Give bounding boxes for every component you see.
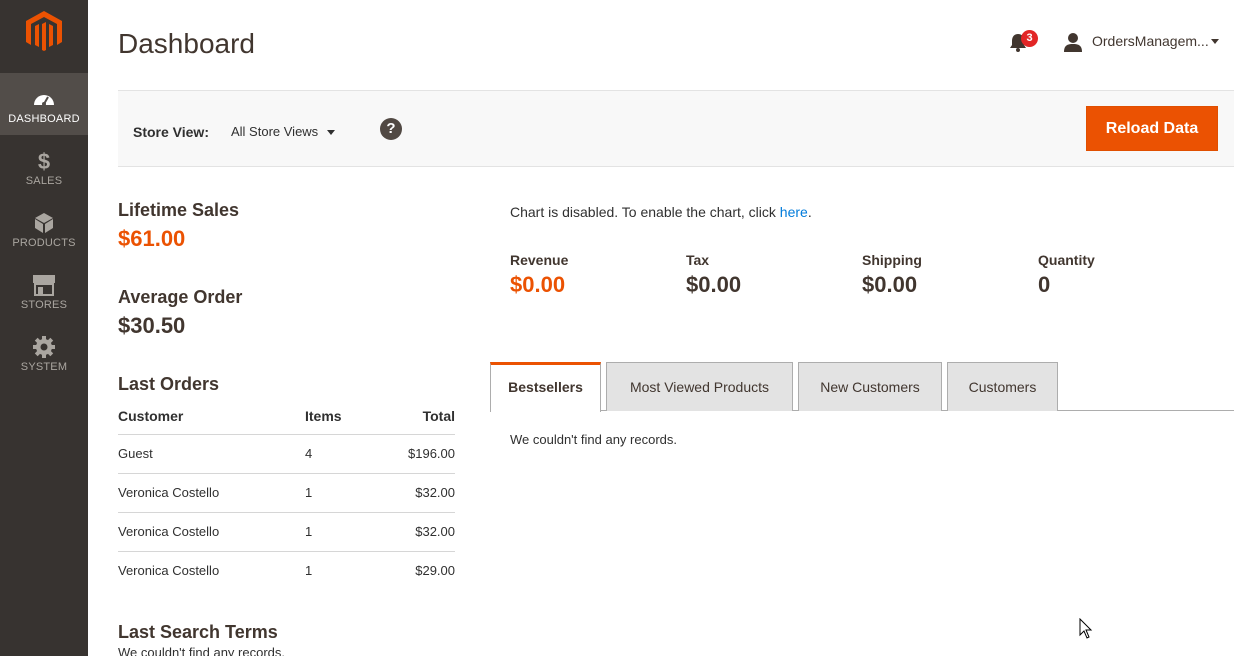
store-view-select[interactable]: All Store Views (231, 124, 336, 139)
sidebar-item-stores[interactable]: STORES (0, 259, 88, 321)
column-header-customer: Customer (118, 398, 305, 435)
sidebar-item-label: STORES (20, 299, 68, 311)
order-total: $32.00 (375, 473, 455, 513)
user-account-menu[interactable]: OrdersManagem... (1062, 30, 1222, 54)
tab-new-customers[interactable]: New Customers (798, 362, 942, 411)
table-row[interactable]: Veronica Costello 1 $32.00 (118, 512, 455, 552)
dollar-icon: $ (38, 149, 50, 173)
shipping-label: Shipping (862, 252, 922, 268)
sidebar-item-sales[interactable]: $ SALES (0, 135, 88, 197)
quantity-value: 0 (1038, 272, 1051, 297)
sidebar-item-products[interactable]: PRODUCTS (0, 197, 88, 259)
order-customer: Guest (118, 434, 305, 474)
chevron-down-icon (1211, 39, 1219, 44)
order-items: 4 (305, 434, 375, 474)
user-icon (1064, 33, 1082, 52)
notification-count-badge: 3 (1021, 30, 1038, 47)
gauge-icon (34, 95, 54, 106)
chart-note-text: Chart is disabled. To enable the chart, … (510, 204, 780, 220)
column-header-total: Total (375, 398, 455, 435)
column-header-items: Items (305, 398, 375, 435)
reload-data-button[interactable]: Reload Data (1086, 106, 1218, 151)
order-items: 1 (305, 563, 313, 579)
store-view-label: Store View: (133, 124, 209, 140)
average-order-value: $30.50 (118, 313, 186, 338)
order-total: $29.00 (415, 563, 455, 579)
sidebar-item-system[interactable]: SYSTEM (0, 321, 88, 383)
lifetime-sales-label: Lifetime Sales (118, 200, 240, 220)
tab-customers[interactable]: Customers (947, 362, 1058, 411)
sidebar-item-dashboard[interactable]: DASHBOARD (0, 73, 88, 135)
average-order-label: Average Order (118, 287, 243, 307)
user-name: OrdersManagem... (1092, 33, 1209, 49)
table-row[interactable]: Veronica Costello 1 $29.00 (118, 551, 455, 590)
last-search-empty-message: We couldn't find any records. (118, 645, 285, 656)
sidebar-item-label: PRODUCTS (12, 237, 76, 249)
order-total: $196.00 (375, 434, 455, 474)
notifications-button[interactable]: 3 (1008, 30, 1040, 54)
svg-text:$: $ (38, 149, 50, 173)
tab-bestsellers[interactable]: Bestsellers (490, 362, 601, 412)
quantity-label: Quantity (1038, 252, 1095, 268)
mouse-pointer-icon (1079, 618, 1093, 639)
revenue-value: $0.00 (510, 272, 566, 297)
chart-disabled-note: Chart is disabled. To enable the chart, … (510, 204, 812, 220)
table-row[interactable]: Guest 4 $196.00 (118, 434, 455, 474)
revenue-label: Revenue (510, 252, 569, 268)
table-header-row: Customer Items Total (118, 398, 455, 435)
order-customer: Veronica Costello (118, 473, 305, 513)
sidebar-item-label: DASHBOARD (8, 113, 80, 125)
tab-most-viewed-products[interactable]: Most Viewed Products (606, 362, 793, 411)
gear-icon (33, 336, 55, 358)
order-customer: Veronica Costello (118, 563, 220, 579)
store-view-selected-value: All Store Views (231, 124, 319, 139)
help-icon[interactable]: ? (380, 118, 402, 140)
sidebar-item-label: SALES (25, 175, 63, 187)
dashboard-tabs: Bestsellers Most Viewed Products New Cus… (490, 362, 1234, 412)
chart-note-suffix: . (807, 204, 812, 220)
order-total: $32.00 (375, 512, 455, 552)
table-row[interactable]: Veronica Costello 1 $32.00 (118, 473, 455, 513)
box-icon (35, 213, 53, 233)
tax-label: Tax (686, 252, 710, 268)
shipping-value: $0.00 (862, 272, 918, 297)
last-orders-title: Last Orders (118, 374, 220, 394)
magento-logo-icon[interactable] (25, 10, 63, 52)
tax-value: $0.00 (686, 272, 742, 297)
order-items: 1 (305, 473, 375, 513)
page-title: Dashboard (118, 28, 255, 59)
last-search-terms-title: Last Search Terms (118, 622, 278, 642)
enable-chart-link[interactable]: here (780, 204, 808, 220)
order-customer: Veronica Costello (118, 512, 305, 552)
store-view-bar: Store View: All Store Views ? Reload Dat… (118, 90, 1234, 167)
tab-empty-message: We couldn't find any records. (510, 432, 677, 447)
admin-sidebar: DASHBOARD $ SALES PRODUCTS STORES SYSTEM (0, 0, 88, 656)
order-items: 1 (305, 512, 375, 552)
lifetime-sales-value: $61.00 (118, 226, 186, 251)
sidebar-item-label: SYSTEM (20, 361, 68, 373)
last-orders-table: Customer Items Total Guest 4 $196.00 Ver… (118, 398, 455, 590)
storefront-icon (33, 275, 55, 296)
chevron-down-icon (327, 130, 336, 136)
